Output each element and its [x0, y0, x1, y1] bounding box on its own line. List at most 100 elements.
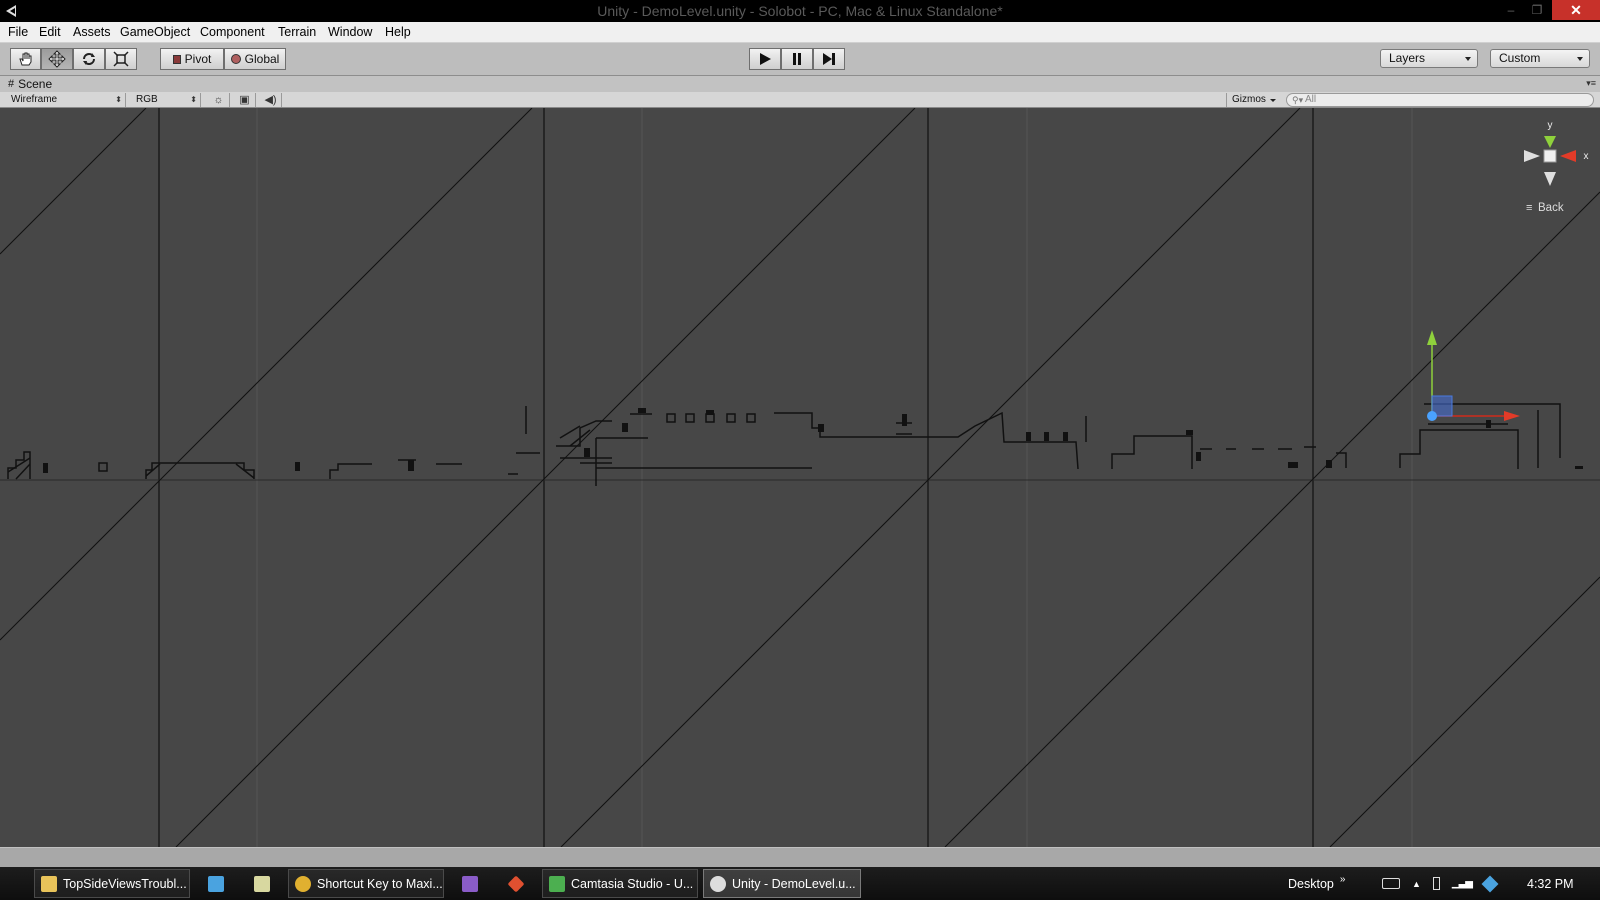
color-mode-label: RGB: [136, 94, 158, 105]
visual-studio-icon: [462, 875, 478, 892]
updown-icon: ⬍: [115, 95, 122, 104]
chevron-right-icon: »: [1339, 874, 1346, 885]
git-icon: [507, 875, 525, 892]
taskbar-item-label: TopSideViewsTroubl...: [63, 876, 187, 891]
color-mode-dropdown[interactable]: RGB ⬍: [131, 93, 201, 107]
axis-x-label: x: [1584, 151, 1589, 162]
grid-icon: #: [8, 78, 15, 90]
menu-window[interactable]: Window: [328, 25, 372, 39]
step-icon: [823, 53, 835, 65]
play-button[interactable]: [749, 48, 781, 70]
chevron-down-icon: [1270, 99, 1276, 102]
pivot-icon: [172, 54, 181, 64]
tab-scene[interactable]: # Scene: [8, 77, 52, 91]
render-mode-dropdown[interactable]: Wireframe ⬍: [6, 93, 126, 107]
taskbar-item-git[interactable]: [496, 869, 536, 898]
speaker-icon: ◀): [264, 94, 277, 106]
folder-icon: [41, 875, 57, 892]
dropbox-icon: [208, 875, 224, 892]
global-label: Global: [244, 52, 280, 66]
taskbar-item-label: Unity - DemoLevel.u...: [732, 876, 856, 891]
scene-audio-toggle[interactable]: ◀): [260, 93, 282, 107]
gizmos-label: Gizmos: [1232, 94, 1266, 105]
scale-icon: [113, 51, 129, 67]
hand-tool-button[interactable]: [10, 48, 41, 70]
layout-label: Custom: [1499, 51, 1541, 65]
layers-label: Layers: [1389, 51, 1426, 65]
chevron-down-icon: [1465, 57, 1471, 61]
search-placeholder: All: [1305, 94, 1317, 105]
windows-taskbar: TopSideViewsTroubl... Shortcut Key to Ma…: [0, 867, 1600, 900]
scale-tool-button[interactable]: [105, 48, 137, 70]
taskbar-item-notepad[interactable]: [242, 869, 282, 898]
rotate-tool-button[interactable]: [73, 48, 105, 70]
menu-bar: File Edit Assets GameObject Component Te…: [0, 22, 1600, 43]
main-toolbar: Pivot Global Layers Custom: [0, 43, 1600, 76]
render-mode-label: Wireframe: [11, 94, 58, 105]
taskbar-item-folder[interactable]: TopSideViewsTroubl...: [34, 869, 190, 898]
step-button[interactable]: [813, 48, 845, 70]
move-icon: [48, 50, 66, 68]
scene-orientation-gizmo[interactable]: y x ≡ Back: [1524, 120, 1589, 214]
play-icon: [760, 53, 771, 65]
menu-terrain[interactable]: Terrain: [278, 25, 316, 39]
gizmos-dropdown[interactable]: Gizmos: [1226, 93, 1280, 107]
taskbar-item-label: Camtasia Studio - U...: [571, 876, 694, 891]
scene-search-input[interactable]: ⚲▾ All: [1286, 93, 1594, 107]
panel-menu-icon[interactable]: ▾≡: [1586, 78, 1596, 89]
title-bar: Unity - DemoLevel.unity - Solobot - PC, …: [0, 0, 1600, 22]
move-tool-button[interactable]: [41, 48, 73, 70]
taskbar-item-dropbox[interactable]: [196, 869, 236, 898]
menu-assets[interactable]: Assets: [73, 25, 111, 39]
camtasia-icon: [549, 875, 565, 892]
scene-tab-bar: # Scene ▾≡: [0, 76, 1600, 92]
status-bar: [0, 847, 1600, 867]
window-title: Unity - DemoLevel.unity - Solobot - PC, …: [597, 3, 1003, 19]
globe-icon: [230, 54, 241, 64]
close-button[interactable]: ✕: [1552, 0, 1600, 20]
desktop-toolbar[interactable]: Desktop »: [1288, 867, 1345, 900]
pause-button[interactable]: [781, 48, 813, 70]
taskbar-item-label: Shortcut Key to Maxi...: [317, 876, 443, 891]
taskbar-item-camtasia[interactable]: Camtasia Studio - U...: [542, 869, 698, 898]
maximize-button[interactable]: ❐: [1524, 0, 1550, 20]
notepad-icon: [254, 875, 270, 892]
image-icon: ▣: [239, 94, 250, 106]
view-orientation-label: Back: [1538, 202, 1564, 214]
layers-dropdown[interactable]: Layers: [1380, 49, 1478, 68]
menu-edit[interactable]: Edit: [39, 25, 61, 39]
minimize-button[interactable]: –: [1498, 0, 1524, 20]
scene-toolbar: Wireframe ⬍ RGB ⬍ ☼ ▣ ◀) Gizmos ⚲▾ All: [0, 92, 1600, 108]
menu-gameobject[interactable]: GameObject: [120, 25, 190, 39]
clock[interactable]: 4:32 PM: [1527, 867, 1574, 900]
power-icon[interactable]: [1432, 877, 1440, 890]
dropbox-tray-icon[interactable]: [1481, 875, 1499, 892]
chevron-down-icon: [1577, 57, 1583, 61]
desktop-label: Desktop: [1288, 876, 1334, 891]
show-hidden-icons-icon[interactable]: ▲: [1412, 879, 1421, 889]
updown-icon: ⬍: [190, 95, 197, 104]
menu-component[interactable]: Component: [200, 25, 265, 39]
search-icon: ⚲▾: [1292, 95, 1304, 105]
scene-viewport[interactable]: y x ≡ Back: [0, 108, 1600, 847]
pivot-toggle[interactable]: Pivot: [160, 48, 224, 70]
layout-dropdown[interactable]: Custom: [1490, 49, 1590, 68]
pause-icon: [793, 53, 801, 65]
scene-lighting-toggle[interactable]: ☼: [208, 93, 230, 107]
scene-tab-label: Scene: [18, 77, 53, 91]
taskbar-item-unity[interactable]: Unity - DemoLevel.u...: [703, 869, 861, 898]
taskbar-item-chrome[interactable]: Shortcut Key to Maxi...: [288, 869, 444, 898]
hand-icon: [18, 52, 31, 66]
transform-gizmo[interactable]: [1427, 330, 1520, 421]
chrome-icon: [295, 875, 311, 892]
axis-y-label: y: [1548, 120, 1553, 131]
scene-fx-toggle[interactable]: ▣: [234, 93, 256, 107]
network-signal-icon[interactable]: ▁▃▅: [1452, 878, 1473, 889]
global-toggle[interactable]: Global: [224, 48, 286, 70]
keyboard-icon[interactable]: [1382, 878, 1400, 889]
menu-file[interactable]: File: [8, 25, 28, 39]
menu-help[interactable]: Help: [385, 25, 411, 39]
system-tray: ▲ ▁▃▅: [1382, 867, 1499, 900]
taskbar-item-visual-studio[interactable]: [450, 869, 490, 898]
rotate-icon: [83, 53, 95, 65]
